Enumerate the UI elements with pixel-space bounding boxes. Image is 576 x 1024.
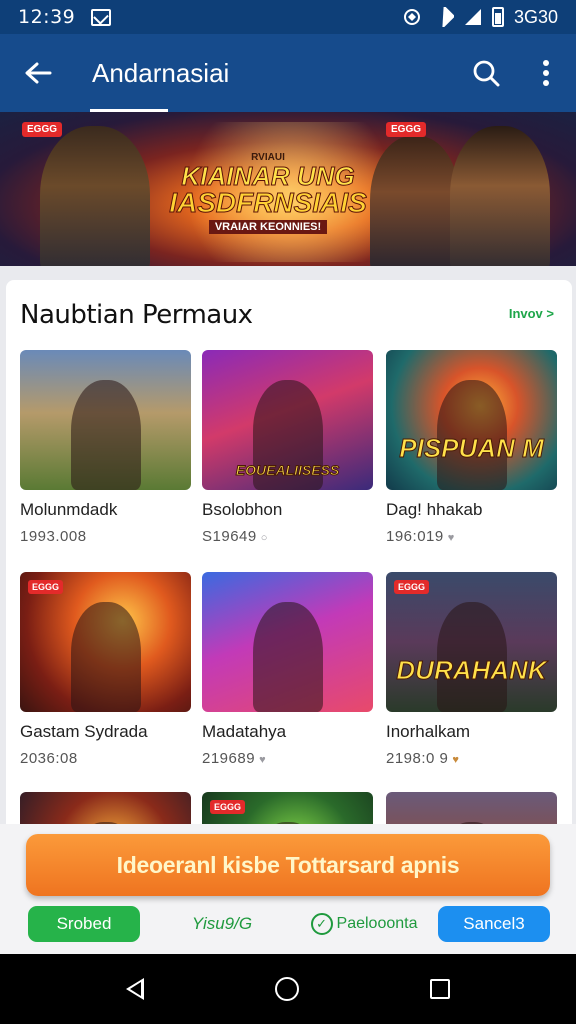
game-tile[interactable]: EOUEALIISESS Bsolobhon S19649 ○	[202, 350, 373, 545]
thumb-badge: EGGG	[394, 580, 430, 594]
game-name: Dag! hhakab	[386, 500, 483, 519]
thumb-logo: EOUEALIISESS	[235, 462, 340, 479]
heart-icon[interactable]: ♥	[448, 532, 455, 544]
game-meta: S19649 ○	[202, 528, 373, 545]
game-name: Molunmdadk	[20, 500, 118, 519]
game-thumbnail: EGGG DURAHANK	[386, 572, 557, 712]
cta-button[interactable]: Ideoeranl kisbe Tottarsard apnis	[26, 834, 550, 896]
game-name: Madatahya	[202, 722, 287, 741]
game-tile[interactable]: EGGG DURAHANK Inorhalkam 2198:0 9 ♥	[386, 572, 557, 767]
banner-title: RVIAUI KIAINAR UNG IASDFRNSIAIS VRAIAR K…	[168, 152, 368, 235]
banner-hero-right	[450, 126, 550, 266]
more-link[interactable]: Invov >	[509, 306, 554, 321]
game-tile[interactable]: EGGG Gastam Sydrada 2036:08	[20, 572, 191, 767]
banner-badge-right: EGGG	[386, 122, 427, 137]
app-bar: Andarnasiai	[0, 34, 576, 112]
promo-banner[interactable]: EGGG EGGG RVIAUI KIAINAR UNG IASDFRNSIAI…	[0, 112, 576, 266]
game-section-card: Naubtian Permaux Invov > Molunmdadk 1993…	[6, 280, 572, 840]
visibility-button[interactable]: Yisu9/G	[182, 906, 262, 942]
page-title: Andarnasiai	[92, 57, 230, 88]
game-name: Gastam Sydrada	[20, 722, 148, 741]
signal-icon	[464, 9, 481, 25]
game-count: 2198:0 9	[386, 750, 449, 767]
section-title: Naubtian Permaux	[20, 300, 253, 330]
battery-icon	[491, 7, 504, 27]
heart-icon[interactable]: ○	[261, 532, 268, 544]
game-count: 196:019	[386, 528, 444, 545]
mail-icon	[91, 8, 112, 26]
bottom-action-panel: Ideoeranl kisbe Tottarsard apnis Srobed …	[0, 824, 576, 954]
thumb-badge: EGGG	[210, 800, 246, 814]
game-tile[interactable]: Molunmdadk 1993.008	[20, 350, 191, 545]
game-meta: 2036:08	[20, 750, 191, 767]
game-thumbnail: EOUEALIISESS	[202, 350, 373, 490]
game-tile[interactable]: Madatahya 219689 ♥	[202, 572, 373, 767]
banner-hero-left	[40, 126, 150, 266]
game-thumbnail: PISPUAN M	[386, 350, 557, 490]
thumb-figure	[252, 602, 323, 712]
game-meta: 196:019 ♥	[386, 528, 557, 545]
more-vert-icon[interactable]	[516, 34, 576, 112]
wifi-icon	[442, 7, 454, 27]
game-thumbnail	[202, 572, 373, 712]
partner-label: Paelooonta	[336, 915, 418, 932]
cancel-button[interactable]: Sancel3	[438, 906, 550, 942]
game-meta: 219689 ♥	[202, 750, 373, 767]
game-meta: 1993.008	[20, 528, 191, 545]
game-name: Inorhalkam	[386, 722, 471, 741]
system-nav-bar	[0, 954, 576, 1024]
game-count: 2036:08	[20, 750, 78, 767]
game-count: 219689	[202, 750, 256, 767]
check-circle-icon: ✓	[310, 913, 333, 935]
game-thumbnail	[20, 350, 191, 490]
status-bar: 12:39 3G30	[0, 0, 576, 34]
thumb-logo: PISPUAN M	[399, 433, 544, 464]
nav-recents-icon[interactable]	[430, 979, 451, 999]
banner-line-1: KIAINAR UNG	[181, 161, 355, 191]
game-meta: 2198:0 9 ♥	[386, 750, 557, 767]
banner-badge-left: EGGG	[22, 122, 63, 137]
partner-button[interactable]: ✓ Paelooonta	[306, 906, 422, 942]
status-time: 12:39	[18, 6, 76, 28]
saved-button[interactable]: Srobed	[28, 906, 140, 942]
nav-back-icon[interactable]	[125, 978, 144, 1000]
nfc-icon	[403, 9, 420, 25]
status-icons: 3G30	[402, 7, 558, 28]
banner-line-2: IASDFRNSIAIS	[169, 187, 368, 218]
battery-text: 3G30	[513, 6, 558, 27]
heart-icon[interactable]: ♥	[259, 754, 266, 766]
banner-hero-middle	[370, 136, 460, 266]
thumb-figure	[70, 380, 141, 490]
game-name: Bsolobhon	[202, 500, 283, 519]
game-thumbnail: EGGG	[20, 572, 191, 712]
nav-home-icon[interactable]	[274, 977, 299, 1001]
search-icon[interactable]	[456, 34, 516, 112]
game-tile[interactable]: PISPUAN M Dag! hhakab 196:019 ♥	[386, 350, 557, 545]
thumb-badge: EGGG	[28, 580, 64, 594]
back-arrow-icon[interactable]	[0, 34, 76, 112]
banner-line-3: VRAIAR KEONNIES!	[208, 220, 328, 234]
thumb-logo: DURAHANK	[396, 655, 547, 686]
thumb-figure	[70, 602, 141, 712]
game-count: S19649	[202, 528, 257, 545]
heart-icon[interactable]: ♥	[452, 754, 459, 766]
game-count: 1993.008	[20, 528, 87, 545]
